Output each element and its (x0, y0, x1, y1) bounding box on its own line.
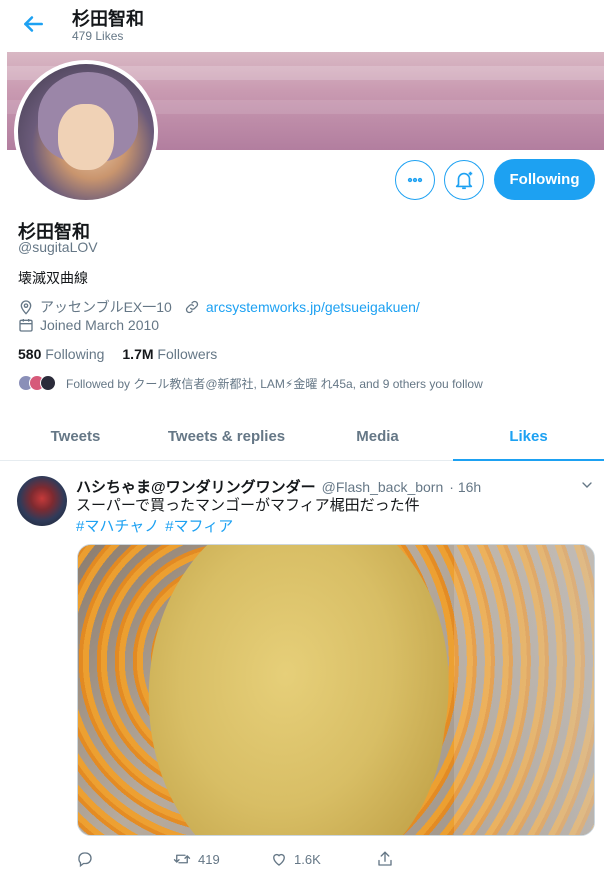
share-icon (378, 851, 392, 866)
following-button[interactable]: Following (494, 159, 595, 200)
profile-location: アッセンブルEX一10 (40, 299, 172, 315)
retweet-icon (173, 854, 191, 864)
profile-joined: Joined March 2010 (40, 317, 160, 333)
tweet-hashtags: #マハチャノ #マフィア (76, 515, 233, 536)
notifications-button[interactable] (444, 160, 484, 200)
chevron-down-icon[interactable] (579, 477, 595, 493)
like-button[interactable]: 1.6K (270, 850, 376, 868)
tweet-actions: 419 1.6K (76, 850, 394, 868)
calendar-icon (19, 319, 33, 332)
profile-joined-row: Joined March 2010 (18, 317, 159, 333)
profile-handle: @sugitaLOV (18, 239, 98, 255)
tweet-header: ハシちゃま@ワンダリングワンダー @Flash_back_born · 16h (76, 476, 481, 497)
back-arrow-icon[interactable] (20, 11, 46, 37)
tweet-author-handle[interactable]: @Flash_back_born (322, 479, 444, 495)
like-icon (273, 853, 285, 866)
follow-counts: 580 Following 1.7M Followers (18, 346, 217, 362)
followers-count: 1.7M (122, 346, 154, 362)
profile-meta-row: アッセンブルEX一10 arcsystemworks.jp/getsueigak… (18, 297, 420, 317)
hashtag-link[interactable]: #マフィア (165, 515, 233, 536)
hashtag-link[interactable]: #マハチャノ (76, 515, 159, 536)
tab-tweets[interactable]: Tweets (0, 413, 151, 460)
followers-label: Followers (157, 346, 218, 362)
retweet-button[interactable]: 419 (172, 850, 270, 868)
follower-avatar (40, 375, 56, 391)
reply-icon (78, 852, 92, 868)
more-icon (407, 177, 423, 183)
retweet-count: 419 (198, 851, 220, 867)
followers-count-link[interactable]: 1.7M Followers (122, 346, 217, 362)
profile-website-link[interactable]: arcsystemworks.jp/getsueigakuen/ (206, 299, 420, 315)
tweet-photo[interactable] (77, 544, 595, 836)
share-button[interactable] (376, 850, 394, 868)
tab-media[interactable]: Media (302, 413, 453, 460)
header-title: 杉田智和 (72, 9, 144, 29)
following-label: Following (45, 346, 105, 362)
tweet-timestamp[interactable]: · 16h (449, 479, 481, 495)
more-button[interactable] (395, 160, 435, 200)
tweet-author-name[interactable]: ハシちゃま@ワンダリングワンダー (76, 476, 316, 497)
link-icon (185, 300, 198, 314)
tweet-text: スーパーで買ったマンゴーがマフィア梶田だった件 (76, 497, 420, 514)
followed-by-row[interactable]: Followed by クール教信者@新都社, LAM⚡金曜 れ45a, and… (18, 374, 483, 392)
tab-tweets-replies[interactable]: Tweets & replies (151, 413, 302, 460)
tab-likes[interactable]: Likes (453, 413, 604, 461)
following-count: 580 (18, 346, 42, 362)
header-likes-count: 479 Likes (72, 29, 124, 43)
tweet-author-avatar[interactable] (17, 476, 67, 526)
reply-button[interactable] (76, 850, 172, 868)
following-count-link[interactable]: 580 Following (18, 346, 104, 362)
profile-avatar[interactable] (14, 60, 158, 204)
top-bar: 杉田智和 479 Likes (0, 0, 604, 52)
location-icon (20, 300, 32, 315)
profile-bio: 壊滅双曲線 (18, 270, 88, 286)
profile-tabs: Tweets Tweets & replies Media Likes (0, 413, 604, 461)
notification-bell-icon (455, 171, 473, 190)
like-count: 1.6K (294, 851, 321, 867)
followed-by-text: Followed by クール教信者@新都社, LAM⚡金曜 れ45a, and… (66, 376, 483, 391)
